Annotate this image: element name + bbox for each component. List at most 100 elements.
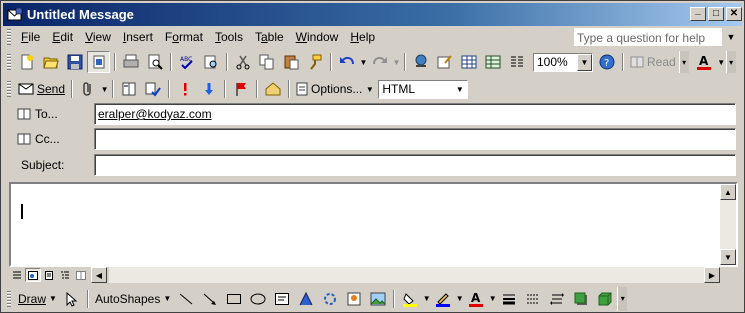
help-question-input[interactable]: Type a question for help xyxy=(574,28,722,46)
menu-tools[interactable]: Tools xyxy=(209,28,249,46)
arrow-icon[interactable] xyxy=(198,288,221,310)
scroll-left-icon[interactable]: ◀ xyxy=(91,267,107,283)
print-preview-icon[interactable] xyxy=(143,51,166,73)
wordart-icon[interactable] xyxy=(294,288,317,310)
hyperlink-icon[interactable] xyxy=(409,51,432,73)
arrow-style-icon[interactable] xyxy=(545,288,568,310)
line-color-icon[interactable] xyxy=(431,288,454,310)
print-icon[interactable] xyxy=(119,51,142,73)
read-button[interactable]: Read xyxy=(627,51,679,73)
to-recipient-link[interactable]: eralper@kodyaz.com xyxy=(98,107,212,121)
rectangle-icon[interactable] xyxy=(222,288,245,310)
subject-field[interactable] xyxy=(94,154,736,176)
cc-button[interactable]: Cc... xyxy=(13,128,89,150)
envelope-icon[interactable] xyxy=(261,78,284,100)
font-color-icon[interactable]: A xyxy=(693,51,716,73)
drawing-font-color-icon[interactable]: A xyxy=(464,288,487,310)
clip-art-icon[interactable] xyxy=(342,288,365,310)
cut-icon[interactable] xyxy=(231,51,254,73)
diagram-icon[interactable] xyxy=(318,288,341,310)
close-button[interactable]: ✕ xyxy=(726,7,742,21)
line-color-dropdown-icon[interactable]: ▼ xyxy=(455,288,464,310)
email-toolbar-grip[interactable] xyxy=(7,81,11,97)
insert-table-icon[interactable] xyxy=(457,51,480,73)
new-icon[interactable] xyxy=(15,51,38,73)
scroll-right-icon[interactable]: ▶ xyxy=(704,267,720,283)
to-button[interactable]: To... xyxy=(13,103,89,125)
shadow-style-icon[interactable] xyxy=(569,288,592,310)
menu-insert[interactable]: Insert xyxy=(117,28,159,46)
menu-view[interactable]: View xyxy=(79,28,117,46)
fill-color-icon[interactable] xyxy=(398,288,421,310)
text-box-icon[interactable] xyxy=(270,288,293,310)
insert-picture-icon[interactable] xyxy=(366,288,389,310)
spelling-icon[interactable]: ABC xyxy=(175,51,198,73)
send-button[interactable]: Send xyxy=(15,78,68,100)
vertical-scrollbar[interactable]: ▲ ▼ xyxy=(720,184,736,265)
undo-icon[interactable] xyxy=(335,51,358,73)
dash-style-icon[interactable] xyxy=(521,288,544,310)
menu-window[interactable]: Window xyxy=(290,28,345,46)
line-style-icon[interactable] xyxy=(497,288,520,310)
research-icon[interactable] xyxy=(199,51,222,73)
outline-view-icon[interactable] xyxy=(57,268,73,282)
options-dropdown-icon[interactable]: ▼ xyxy=(365,78,374,100)
tables-borders-icon[interactable] xyxy=(433,51,456,73)
format-painter-icon[interactable] xyxy=(303,51,326,73)
message-body[interactable]: ▲ ▼ xyxy=(9,182,738,267)
message-format-dropdown-icon[interactable]: ▼ xyxy=(452,80,468,98)
help-icon[interactable]: ? xyxy=(595,51,618,73)
select-objects-icon[interactable] xyxy=(60,288,83,310)
message-format-select[interactable]: HTML ▼ xyxy=(378,79,469,99)
scroll-down-icon[interactable]: ▼ xyxy=(720,249,736,265)
importance-high-icon[interactable] xyxy=(173,78,196,100)
autoshapes-menu-button[interactable]: AutoShapes ▼ xyxy=(92,288,174,310)
menu-grip[interactable] xyxy=(7,29,11,45)
drawing-toolbar-grip[interactable] xyxy=(7,290,11,307)
3d-style-icon[interactable] xyxy=(593,288,616,310)
redo-dropdown-icon[interactable]: ▼ xyxy=(392,51,401,73)
scroll-up-icon[interactable]: ▲ xyxy=(720,184,736,200)
web-layout-view-icon[interactable] xyxy=(25,268,41,282)
menu-file[interactable]: File xyxy=(15,28,46,46)
open-folder-icon[interactable] xyxy=(39,51,62,73)
font-color-dropdown-icon[interactable]: ▼ xyxy=(717,51,726,73)
draw-menu-button[interactable]: Draw ▼ xyxy=(15,288,60,310)
menu-table[interactable]: Table xyxy=(249,28,290,46)
toolbar-options-chevron[interactable]: ▾ xyxy=(678,51,689,73)
print-layout-view-icon[interactable] xyxy=(41,268,57,282)
formatting-options-chevron[interactable]: ▾ xyxy=(725,51,736,73)
cc-field[interactable] xyxy=(94,128,736,150)
permission-icon[interactable] xyxy=(87,51,110,73)
drawing-options-chevron[interactable]: ▾ xyxy=(617,286,628,311)
undo-dropdown-icon[interactable]: ▼ xyxy=(359,51,368,73)
menu-format[interactable]: Format xyxy=(159,28,209,46)
horizontal-scrollbar[interactable]: ▶ xyxy=(109,267,720,283)
follow-up-flag-icon[interactable] xyxy=(229,78,252,100)
save-icon[interactable] xyxy=(63,51,86,73)
attach-paperclip-icon[interactable] xyxy=(76,78,99,100)
insert-excel-icon[interactable] xyxy=(481,51,504,73)
maximize-button[interactable]: □ xyxy=(708,7,724,21)
title-bar[interactable]: Untitled Message _ □ ✕ xyxy=(3,3,742,26)
line-icon[interactable] xyxy=(174,288,197,310)
reading-layout-view-icon[interactable] xyxy=(73,268,89,282)
columns-icon[interactable] xyxy=(505,51,528,73)
zoom-select[interactable]: 100% ▼ xyxy=(533,52,593,72)
check-names-icon[interactable] xyxy=(141,78,164,100)
to-field[interactable]: eralper@kodyaz.com xyxy=(94,103,736,125)
zoom-dropdown-icon[interactable]: ▼ xyxy=(577,53,592,71)
menu-help[interactable]: Help xyxy=(344,28,381,46)
menu-edit[interactable]: Edit xyxy=(46,28,79,46)
attach-dropdown-icon[interactable]: ▼ xyxy=(100,78,109,100)
paste-icon[interactable] xyxy=(279,51,302,73)
drawing-font-color-dropdown-icon[interactable]: ▼ xyxy=(488,288,497,310)
normal-view-icon[interactable] xyxy=(9,268,25,282)
address-book-icon[interactable] xyxy=(117,78,140,100)
toolbar-grip[interactable] xyxy=(7,54,11,70)
oval-icon[interactable] xyxy=(246,288,269,310)
redo-icon[interactable] xyxy=(368,51,391,73)
minimize-button[interactable]: _ xyxy=(690,6,706,21)
copy-icon[interactable] xyxy=(255,51,278,73)
options-button[interactable]: Options... xyxy=(293,78,365,100)
